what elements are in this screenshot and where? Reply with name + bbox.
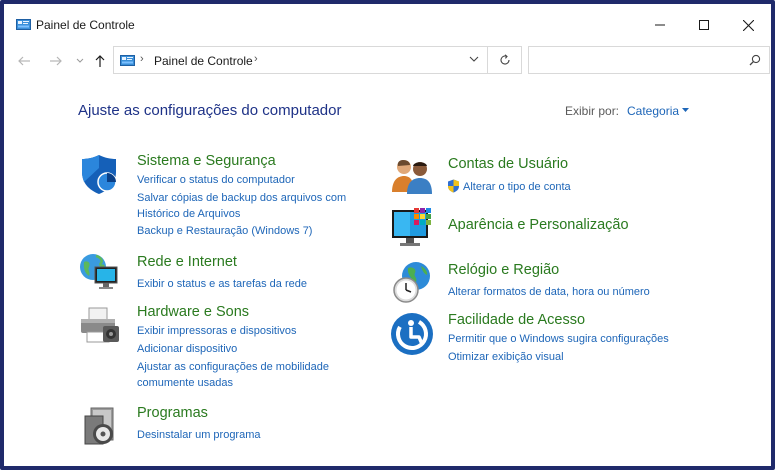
link-optimize-visual-display[interactable]: Otimizar exibição visual [448, 351, 564, 363]
control-panel-icon [16, 19, 31, 30]
control-panel-icon [120, 55, 135, 66]
category-programs-title[interactable]: Programas [137, 405, 208, 421]
back-button[interactable] [16, 54, 32, 68]
network-globe-icon[interactable] [77, 250, 121, 294]
category-user-accounts-title[interactable]: Contas de Usuário [448, 156, 568, 172]
link-add-device[interactable]: Adicionar dispositivo [137, 343, 237, 355]
appearance-monitor-icon[interactable] [390, 206, 434, 250]
link-view-printers[interactable]: Exibir impressoras e dispositivos [137, 325, 297, 337]
link-mobility-settings[interactable]: Ajustar as configurações de mobilidade [137, 361, 329, 373]
category-hardware-title[interactable]: Hardware e Sons [137, 304, 249, 320]
category-appearance-title[interactable]: Aparência e Personalização [448, 217, 629, 233]
link-check-computer-status[interactable]: Verificar o status do computador [137, 174, 295, 186]
breadcrumb-path[interactable]: Painel de Controle [154, 54, 253, 68]
window-title: Painel de Controle [36, 18, 135, 32]
user-accounts-icon[interactable] [390, 154, 434, 198]
category-clock-region-title[interactable]: Relógio e Região [448, 262, 559, 278]
maximize-button[interactable] [682, 12, 726, 38]
shield-icon[interactable] [77, 152, 121, 196]
page-title: Ajuste as configurações do computador [78, 102, 342, 119]
close-button[interactable] [726, 12, 770, 38]
programs-icon[interactable] [81, 404, 125, 448]
view-by-label: Exibir por: [565, 104, 620, 118]
link-windows-suggest-settings[interactable]: Permitir que o Windows sugira configuraç… [448, 333, 669, 345]
minimize-icon [655, 24, 665, 26]
clock-globe-icon[interactable] [390, 260, 434, 304]
breadcrumb-chevron-icon[interactable]: › [254, 53, 258, 65]
category-system-security-title[interactable]: Sistema e Segurança [137, 153, 276, 169]
view-by-dropdown[interactable]: Categoria [627, 104, 679, 118]
refresh-icon [499, 54, 510, 65]
recent-locations-button[interactable] [72, 54, 88, 68]
back-arrow-icon [18, 56, 30, 66]
minimize-button[interactable] [638, 12, 682, 38]
search-icon[interactable] [749, 54, 761, 66]
link-backup-restore[interactable]: Backup e Restauração (Windows 7) [137, 225, 312, 237]
link-network-status[interactable]: Exibir o status e as tarefas da rede [137, 278, 307, 290]
forward-button[interactable] [48, 54, 64, 68]
address-bar[interactable]: › Painel de Controle › [113, 46, 488, 74]
forward-arrow-icon [50, 56, 62, 66]
navigation-bar: › Painel de Controle › [8, 44, 770, 78]
up-arrow-icon [95, 55, 105, 67]
link-save-backup-copies[interactable]: Salvar cópias de backup dos arquivos com [137, 192, 346, 204]
window-frame: Painel de Controle › Painel de Controle … [0, 0, 775, 470]
caret-down-icon[interactable] [682, 108, 690, 114]
link-uninstall-program[interactable]: Desinstalar um programa [137, 429, 261, 441]
breadcrumb-chevron-icon: › [140, 53, 144, 65]
link-change-account-type[interactable]: Alterar o tipo de conta [463, 181, 571, 193]
search-input[interactable] [528, 46, 770, 74]
category-network-title[interactable]: Rede e Internet [137, 254, 237, 270]
maximize-icon [699, 20, 709, 30]
up-button[interactable] [92, 54, 108, 68]
link-change-formats[interactable]: Alterar formatos de data, hora ou número [448, 286, 650, 298]
printer-icon[interactable] [77, 304, 121, 348]
uac-shield-icon [448, 179, 459, 193]
title-bar: Painel de Controle [8, 8, 767, 40]
link-file-history[interactable]: Histórico de Arquivos [137, 208, 240, 220]
category-ease-access-title[interactable]: Facilidade de Acesso [448, 312, 585, 328]
ease-of-access-icon[interactable] [390, 312, 434, 356]
close-icon [742, 19, 754, 31]
chevron-down-icon[interactable] [469, 55, 479, 63]
recent-locations-icon [76, 58, 84, 63]
refresh-button[interactable] [488, 46, 522, 74]
link-mobility-settings-cont[interactable]: comumente usadas [137, 377, 233, 389]
